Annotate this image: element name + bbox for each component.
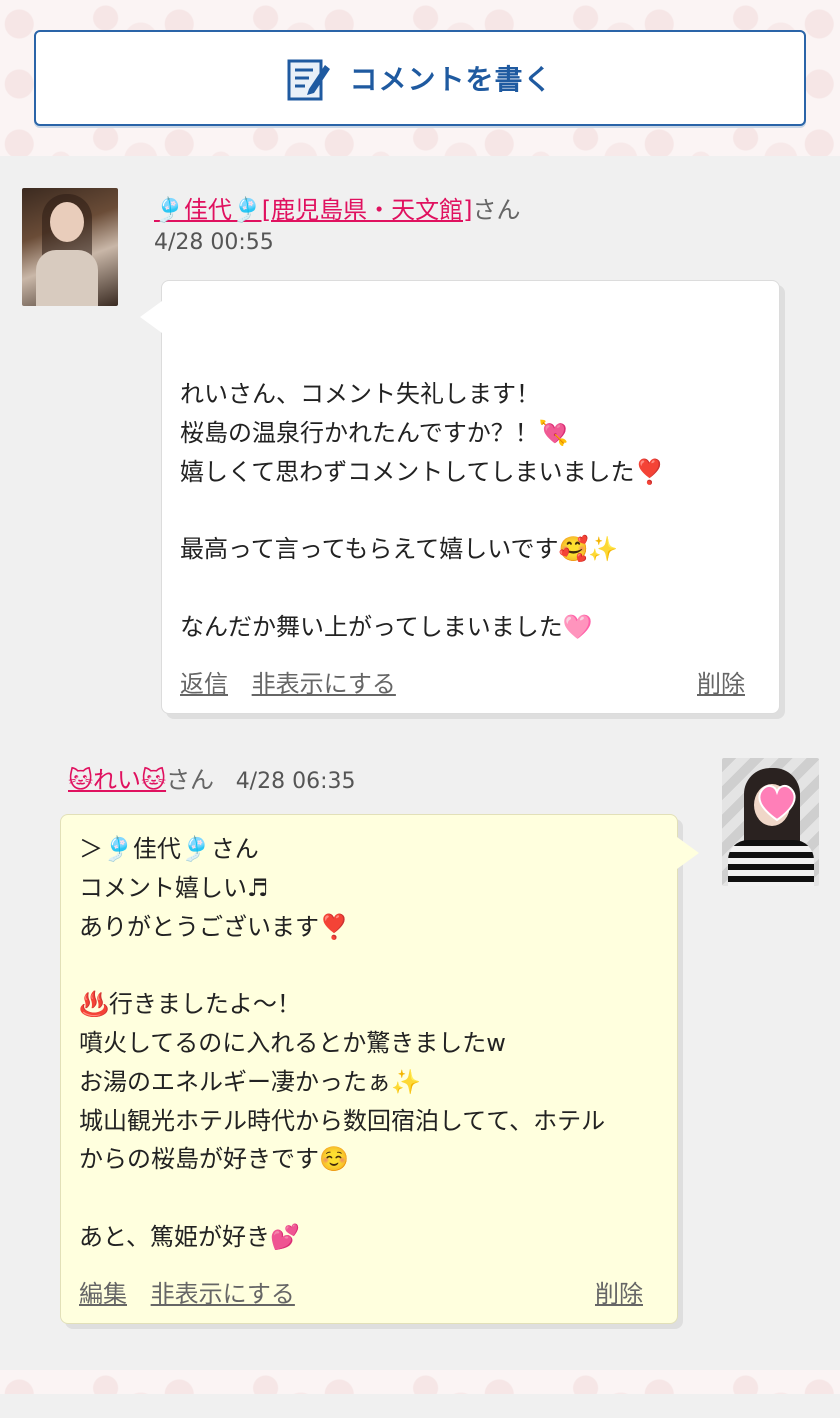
delete-link[interactable]: 削除 <box>595 1275 643 1314</box>
comment-header: 🎐佳代🎐[鹿児島県・天文館]さん <box>154 190 521 225</box>
bubble-tail <box>140 301 162 333</box>
footer-strip <box>0 1394 840 1418</box>
comment-actions: 返信 非表示にする 削除 <box>180 665 745 704</box>
reply-link[interactable]: 返信 <box>180 670 228 698</box>
replier-name-link[interactable]: 🐱れい🐱 <box>68 766 166 794</box>
compose-icon <box>287 59 331 101</box>
reply-actions: 編集 非表示にする 削除 <box>79 1275 643 1314</box>
edit-link[interactable]: 編集 <box>79 1280 127 1308</box>
hide-link[interactable]: 非表示にする <box>252 670 396 698</box>
write-comment-label: コメントを書く <box>349 63 553 96</box>
honorific: さん <box>166 766 215 794</box>
footer-pattern-band <box>0 1370 840 1394</box>
hide-link[interactable]: 非表示にする <box>151 1280 295 1308</box>
comment-bubble: れいさん、コメント失礼します！ 桜島の温泉行かれたんですか？！💘 嬉しくて思わず… <box>140 280 780 714</box>
reply-bubble: ＞🎐佳代🎐さん コメント嬉しい♬ ありがとうございます❣️ ♨️行きましたよ〜！… <box>60 814 699 1324</box>
heart-sticker-icon <box>758 784 796 822</box>
write-comment-button[interactable]: コメントを書く <box>34 30 806 126</box>
reply-text: ＞🎐佳代🎐さん コメント嬉しい♬ ありがとうございます❣️ ♨️行きましたよ〜！… <box>79 835 606 1251</box>
commenter-name-link[interactable]: 🎐佳代🎐[鹿児島県・天文館] <box>154 196 473 224</box>
honorific: さん <box>472 196 521 224</box>
commenter-avatar[interactable] <box>22 188 118 306</box>
reply-timestamp: 4/28 06:35 <box>235 769 356 794</box>
reply-header: 🐱れい🐱さん 4/28 06:35 <box>68 760 355 795</box>
delete-link[interactable]: 削除 <box>697 665 745 704</box>
bubble-tail <box>677 837 699 869</box>
comment-timestamp: 4/28 00:55 <box>154 230 274 255</box>
comment-text: れいさん、コメント失礼します！ 桜島の温泉行かれたんですか？！💘 嬉しくて思わず… <box>180 380 665 641</box>
replier-avatar[interactable] <box>722 758 819 886</box>
